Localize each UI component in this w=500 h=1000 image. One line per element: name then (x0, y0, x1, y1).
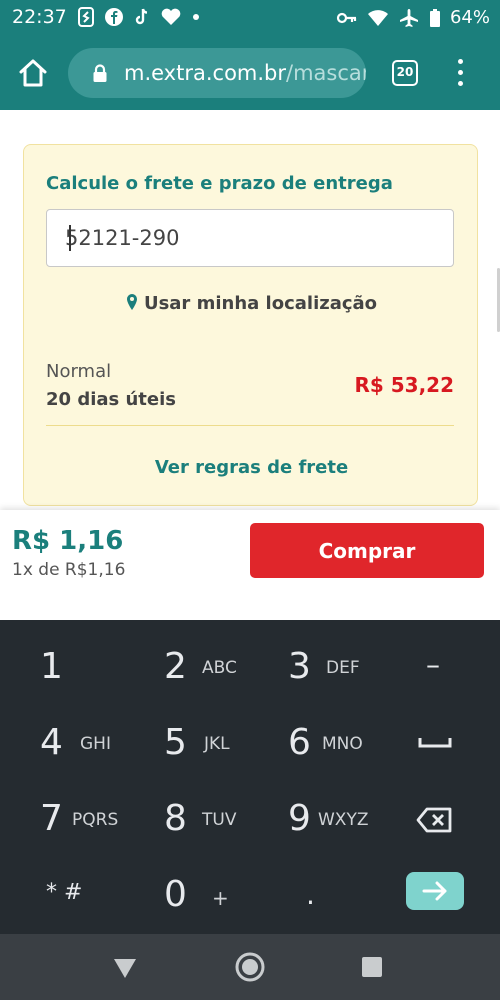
key-digit: 4 (40, 722, 63, 763)
arrow-right-icon (422, 881, 447, 901)
purchase-bar: R$ 1,16 1x de R$1,16 Comprar (0, 510, 500, 620)
key-7[interactable]: 7 PQRS (0, 782, 124, 858)
key-minus[interactable]: – (376, 630, 500, 706)
key-backspace[interactable] (376, 782, 500, 858)
tab-switcher-button[interactable]: 20 (392, 60, 418, 86)
home-icon (19, 59, 47, 87)
status-system-icons: 64% (336, 7, 490, 28)
key-letters: TUV (202, 810, 237, 830)
shipping-method-name: Normal (46, 361, 112, 382)
key-2[interactable]: 2 ABC (124, 630, 248, 706)
vpn-key-icon (336, 12, 357, 23)
dot-icon (193, 14, 199, 20)
shipping-method-days: 20 dias úteis (46, 389, 177, 410)
key-symbol: . (306, 878, 315, 911)
text-cursor (69, 225, 71, 251)
key-letters: GHI (80, 734, 111, 754)
key-letters: DEF (326, 658, 360, 678)
key-letters: ABC (202, 658, 237, 678)
page-content: Calcule o frete e prazo de entrega Usar … (0, 110, 500, 510)
key-digit: 6 (288, 722, 311, 763)
status-notification-icons (78, 7, 200, 27)
facebook-icon (105, 8, 123, 26)
key-3[interactable]: 3 DEF (248, 630, 372, 706)
key-symbol: – (426, 648, 440, 681)
key-digit: 2 (164, 646, 187, 687)
key-digit: 9 (288, 798, 311, 839)
url-text: m.extra.com.br/mascar (124, 61, 366, 85)
lock-icon (93, 64, 107, 82)
installment-info: 1x de R$1,16 (12, 560, 126, 580)
key-letters: JKL (204, 734, 230, 754)
status-bar: 22:37 64% (0, 0, 500, 36)
recent-apps-square-icon[interactable] (362, 957, 382, 977)
shipping-calculator-card: Calcule o frete e prazo de entrega Usar … (23, 144, 478, 506)
battery-percentage: 64% (449, 7, 490, 28)
key-star-hash[interactable]: * # (0, 858, 124, 934)
use-location-button[interactable]: Usar minha localização (24, 293, 479, 314)
enter-key[interactable] (406, 872, 464, 910)
key-digit: 1 (40, 646, 63, 687)
status-time: 22:37 (12, 6, 67, 28)
key-9[interactable]: 9 WXYZ (248, 782, 372, 858)
system-navigation-bar (0, 934, 500, 1000)
location-pin-icon (126, 294, 137, 310)
battery-icon (429, 8, 440, 27)
airplane-icon (399, 8, 418, 27)
home-circle-icon[interactable] (234, 951, 266, 983)
shipping-method-price: R$ 53,22 (354, 373, 454, 397)
divider (46, 425, 454, 426)
key-digit: 8 (164, 798, 187, 839)
key-1[interactable]: 1 (0, 630, 124, 706)
space-icon (418, 738, 452, 748)
key-letters: + (212, 886, 229, 910)
numeric-keyboard: 1 2 ABC 3 DEF – 4 GHI 5 JKL 6 MNO 7 PQRS… (0, 620, 500, 934)
url-path: /mascar (286, 61, 366, 85)
key-0[interactable]: 0 + (124, 858, 248, 934)
use-location-label: Usar minha localização (143, 293, 378, 314)
overflow-menu-icon[interactable] (452, 58, 468, 88)
key-digit: 0 (164, 874, 187, 915)
key-6[interactable]: 6 MNO (248, 706, 372, 782)
address-bar[interactable]: m.extra.com.br/mascar (68, 48, 366, 98)
key-digit: 5 (164, 722, 187, 763)
key-period[interactable]: . (248, 858, 372, 934)
key-space[interactable] (376, 706, 500, 782)
home-button[interactable] (16, 56, 50, 90)
wifi-icon (367, 9, 388, 26)
key-4[interactable]: 4 GHI (0, 706, 124, 782)
tiktok-icon (135, 8, 148, 25)
product-price: R$ 1,16 (12, 526, 124, 556)
buy-button[interactable]: Comprar (250, 523, 484, 578)
browser-toolbar: m.extra.com.br/mascar 20 (0, 36, 500, 110)
shipping-title: Calcule o frete e prazo de entrega (46, 173, 393, 194)
key-8[interactable]: 8 TUV (124, 782, 248, 858)
backspace-icon (416, 807, 452, 833)
key-digit: 7 (40, 798, 63, 839)
shipping-rules-link[interactable]: Ver regras de frete (24, 457, 479, 478)
back-triangle-icon[interactable] (113, 957, 137, 979)
heart-icon (161, 8, 181, 25)
key-5[interactable]: 5 JKL (124, 706, 248, 782)
url-host: m.extra.com.br (124, 61, 287, 85)
key-letters: WXYZ (318, 810, 369, 830)
key-digit: 3 (288, 646, 311, 687)
shazam-icon (78, 7, 94, 27)
key-letters: PQRS (72, 810, 119, 830)
cep-input[interactable] (46, 209, 454, 267)
key-letters: MNO (322, 734, 363, 754)
key-symbol: * # (46, 880, 83, 905)
